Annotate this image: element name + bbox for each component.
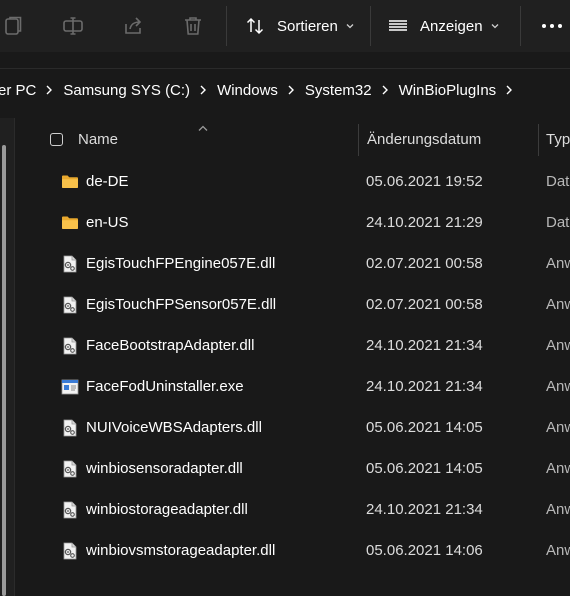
file-date: 05.06.2021 19:52: [366, 173, 483, 190]
view-label: Anzeigen: [420, 17, 483, 35]
column-resize-handle[interactable]: [358, 124, 359, 156]
file-name: winbiostorageadapter.dll: [86, 501, 248, 518]
toolbar-divider: [226, 6, 227, 46]
file-name: winbiovsmstorageadapter.dll: [86, 542, 276, 559]
file-row[interactable]: EgisTouchFPSensor057E.dll 02.07.2021 00:5…: [15, 285, 570, 326]
view-button[interactable]: Anzeigen: [388, 10, 500, 42]
dll-file-icon: [61, 337, 79, 355]
folder-icon: [61, 173, 79, 191]
file-name: NUIVoiceWBSAdapters.dll: [86, 419, 262, 436]
breadcrumb-windows[interactable]: Windows: [217, 82, 278, 99]
column-header-name[interactable]: Name: [78, 131, 118, 148]
file-row[interactable]: winbiovsmstorageadapter.dll 05.06.2021 14…: [15, 531, 570, 572]
navigation-scrollbar[interactable]: [2, 145, 6, 596]
file-type: Anw: [546, 501, 570, 518]
file-date: 05.06.2021 14:06: [366, 542, 483, 559]
dll-file-icon: [61, 460, 79, 478]
folder-icon: [61, 214, 79, 232]
more-icon[interactable]: [538, 12, 566, 40]
column-resize-handle[interactable]: [538, 124, 539, 156]
file-row[interactable]: en-US 24.10.2021 21:29 Dat: [15, 203, 570, 244]
file-type: Anw: [546, 337, 570, 354]
command-bar: Sortieren Anzeigen: [0, 0, 570, 52]
file-type: Anw: [546, 296, 570, 313]
breadcrumb: er PC Samsung SYS (C:) Windows System32 …: [0, 70, 523, 110]
file-row[interactable]: winbiostorageadapter.dll 24.10.2021 21:34…: [15, 490, 570, 531]
copy-icon[interactable]: [0, 12, 28, 40]
chevron-right-icon[interactable]: [505, 84, 513, 96]
chevron-right-icon[interactable]: [381, 84, 389, 96]
sort-button[interactable]: Sortieren: [245, 10, 355, 42]
file-row[interactable]: winbiosensoradapter.dll 05.06.2021 14:05 A…: [15, 449, 570, 490]
file-type: Dat: [546, 214, 570, 231]
file-date: 02.07.2021 00:58: [366, 296, 483, 313]
delete-icon[interactable]: [179, 12, 207, 40]
file-name: de-DE: [86, 173, 129, 190]
view-icon: [388, 16, 408, 36]
dll-file-icon: [61, 501, 79, 519]
dll-file-icon: [61, 255, 79, 273]
address-bar[interactable]: er PC Samsung SYS (C:) Windows System32 …: [0, 70, 570, 110]
file-date: 24.10.2021 21:34: [366, 378, 483, 395]
exe-file-icon: [61, 378, 79, 396]
sort-ascending-icon: [197, 119, 209, 137]
file-type: Anw: [546, 255, 570, 272]
file-name: EgisTouchFPSensor057E.dll: [86, 296, 277, 313]
toolbar-divider: [370, 6, 371, 46]
file-name: winbiosensoradapter.dll: [86, 460, 243, 477]
file-type: Anw: [546, 460, 570, 477]
file-date: 02.07.2021 00:58: [366, 255, 483, 272]
breadcrumb-winbioplugins[interactable]: WinBioPlugIns: [399, 82, 497, 99]
file-name: EgisTouchFPEngine057E.dll: [86, 255, 276, 272]
file-type: Anw: [546, 419, 570, 436]
sort-icon: [245, 16, 265, 36]
dll-file-icon: [61, 296, 79, 314]
dll-file-icon: [61, 542, 79, 560]
file-row[interactable]: NUIVoiceWBSAdapters.dll 05.06.2021 14:05 A…: [15, 408, 570, 449]
column-header-date[interactable]: Änderungsdatum: [367, 131, 481, 148]
rename-icon[interactable]: [59, 12, 87, 40]
file-date: 05.06.2021 14:05: [366, 460, 483, 477]
file-type: Dat: [546, 173, 570, 190]
file-name: FaceFodUninstaller.exe: [86, 378, 244, 395]
chevron-right-icon[interactable]: [199, 84, 207, 96]
file-row[interactable]: EgisTouchFPEngine057E.dll 02.07.2021 00:5…: [15, 244, 570, 285]
breadcrumb-system32[interactable]: System32: [305, 82, 372, 99]
chevron-down-icon: [490, 21, 500, 31]
file-type: Anw: [546, 378, 570, 395]
file-name: en-US: [86, 214, 129, 231]
chevron-right-icon[interactable]: [45, 84, 53, 96]
dll-file-icon: [61, 419, 79, 437]
breadcrumb-drive-c[interactable]: Samsung SYS (C:): [63, 82, 190, 99]
file-row[interactable]: FaceFodUninstaller.exe 24.10.2021 21:34 An…: [15, 367, 570, 408]
file-date: 24.10.2021 21:34: [366, 337, 483, 354]
file-date: 05.06.2021 14:05: [366, 419, 483, 436]
share-icon[interactable]: [119, 12, 147, 40]
toolbar-divider: [520, 6, 521, 46]
chevron-down-icon: [345, 21, 355, 31]
file-date: 24.10.2021 21:29: [366, 214, 483, 231]
file-row[interactable]: de-DE 05.06.2021 19:52 Dat: [15, 162, 570, 203]
file-type: Anw: [546, 542, 570, 559]
address-bar-border: [0, 68, 570, 69]
select-all-checkbox[interactable]: [50, 133, 63, 146]
file-name: FaceBootstrapAdapter.dll: [86, 337, 255, 354]
file-date: 24.10.2021 21:34: [366, 501, 483, 518]
chevron-right-icon[interactable]: [287, 84, 295, 96]
sort-label: Sortieren: [277, 17, 338, 35]
column-header-type[interactable]: Typ: [546, 131, 570, 148]
breadcrumb-this-pc[interactable]: er PC: [0, 82, 36, 99]
file-row[interactable]: FaceBootstrapAdapter.dll 24.10.2021 21:34…: [15, 326, 570, 367]
